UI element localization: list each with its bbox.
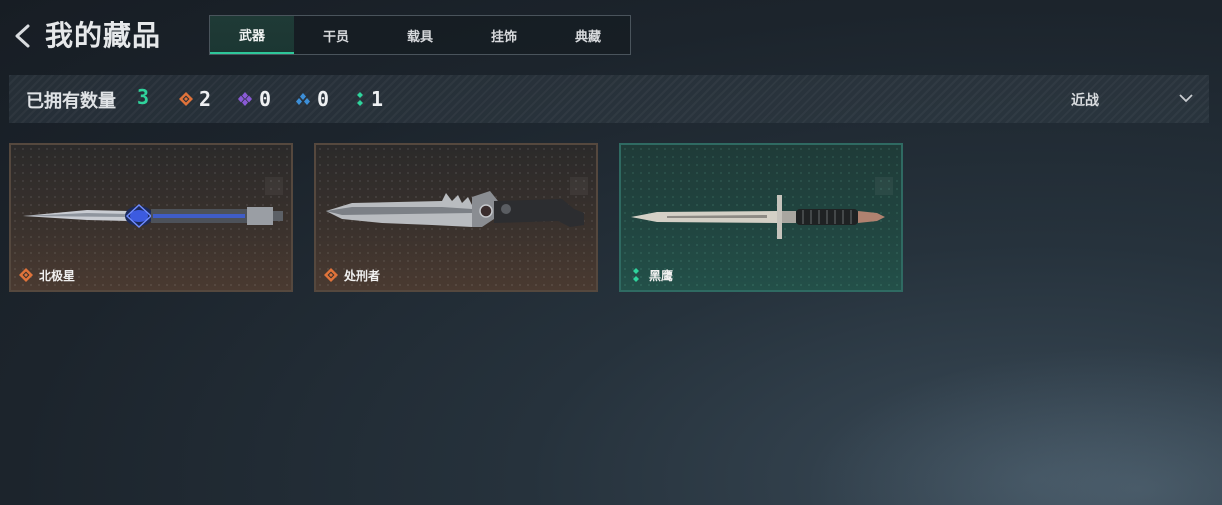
item-card-black-hawk[interactable]: 黑鹰 [619, 143, 903, 292]
back-arrow-icon[interactable] [12, 22, 34, 50]
rarity-count-blue: 0 [317, 87, 330, 111]
rarity-stat-purple: 0 [237, 87, 271, 111]
owned-count-value: 3 [137, 85, 150, 109]
item-name: 黑鹰 [649, 269, 674, 283]
orange-diamond-icon [324, 268, 338, 282]
black-hawk-bayonet-icon [631, 195, 885, 239]
sort-filter-label[interactable]: 近战 [1071, 90, 1099, 110]
chevron-down-icon[interactable] [1177, 89, 1195, 107]
owned-stats-bar: 已拥有数量 3 2 0 0 1 近战 [9, 75, 1209, 123]
green-dots-icon [357, 92, 363, 106]
item-card-polaris[interactable]: 北极星 [9, 143, 293, 292]
rarity-count-green: 1 [371, 87, 384, 111]
tab-vehicles[interactable]: 载具 [378, 16, 462, 54]
tab-collection[interactable]: 典藏 [546, 16, 630, 54]
category-tabs: 武器 干员 载具 挂饰 典藏 [209, 15, 631, 55]
rarity-stat-green: 1 [355, 87, 383, 111]
header: 我的藏品 武器 干员 载具 挂饰 典藏 [0, 0, 1222, 68]
owned-count-label: 已拥有数量 [26, 91, 116, 112]
item-name: 处刑者 [344, 269, 381, 283]
tab-weapons[interactable]: 武器 [210, 16, 294, 54]
item-card-executioner[interactable]: 处刑者 [314, 143, 598, 292]
orange-diamond-icon [19, 268, 33, 282]
executioner-knife-icon [326, 191, 584, 227]
page-title: 我的藏品 [45, 19, 162, 52]
item-name: 北极星 [39, 269, 76, 283]
blue-diamond-icon [296, 93, 310, 105]
rarity-stat-blue: 0 [295, 87, 329, 111]
orange-diamond-icon [179, 92, 193, 106]
tab-operators[interactable]: 干员 [294, 16, 378, 54]
rarity-stat-orange: 2 [179, 87, 211, 111]
purple-diamond-icon [238, 92, 252, 106]
background-haze [802, 345, 1222, 505]
green-dots-icon [633, 268, 639, 282]
tab-charms[interactable]: 挂饰 [462, 16, 546, 54]
rarity-count-orange: 2 [199, 87, 212, 111]
rarity-count-purple: 0 [259, 87, 272, 111]
polaris-knife-icon [23, 203, 283, 229]
